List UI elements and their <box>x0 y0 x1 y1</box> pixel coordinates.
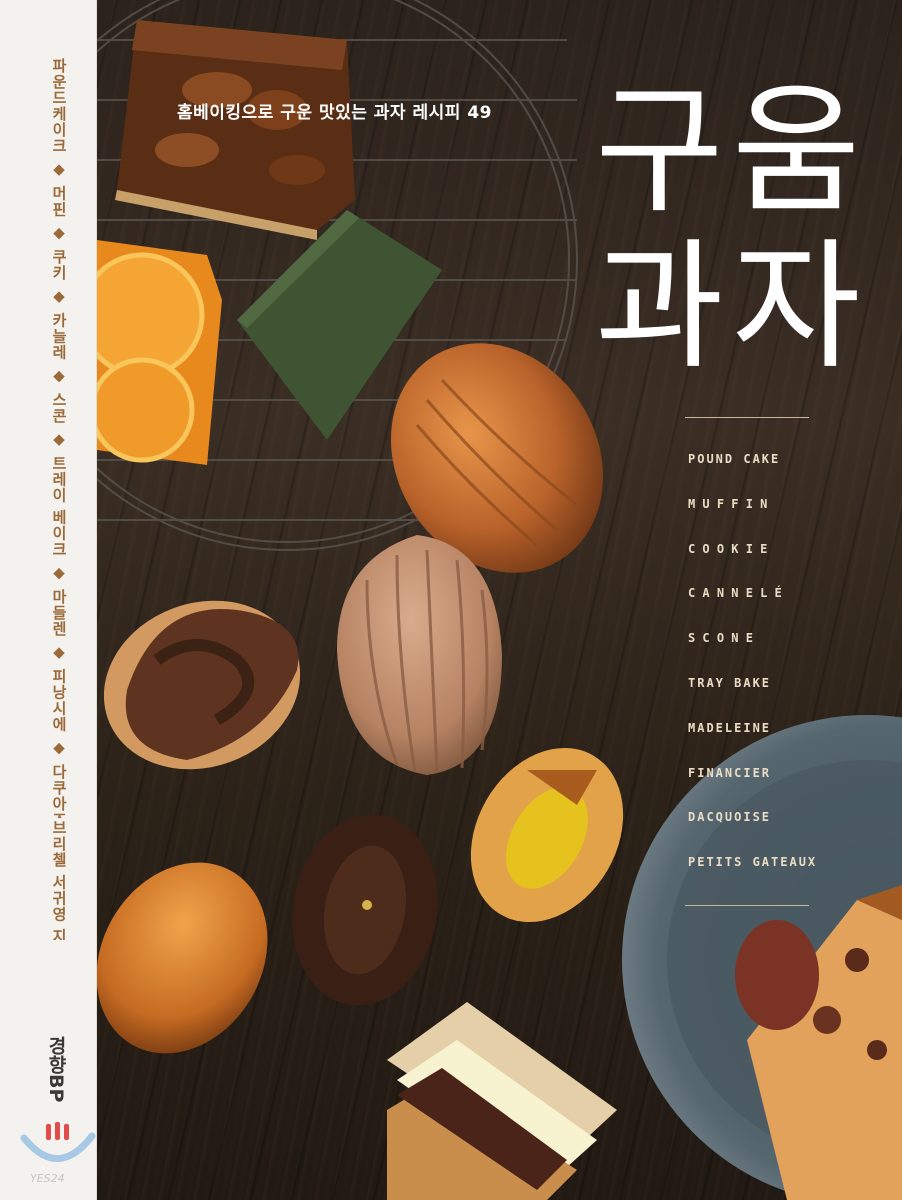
financier-cake <box>97 862 268 1054</box>
watermark-label: YES24 <box>30 1172 65 1185</box>
cover-title-line1: 구움 <box>595 70 869 233</box>
category-item: DACQUOISE <box>688 810 772 825</box>
category-list: POUND CAKE MUFFIN COOKIE CANNELÉ SCONE T… <box>688 452 888 900</box>
category-item: CANNELÉ <box>688 586 789 601</box>
category-rule-bottom <box>685 905 809 906</box>
madeleine-chocolate <box>337 535 502 775</box>
category-item: PETITS GATEAUX <box>688 855 818 870</box>
tiramisu-cake <box>103 600 301 770</box>
cover-title-line2: 과자 <box>595 226 869 389</box>
category-item: SCONE <box>688 631 761 646</box>
chocolate-tart <box>292 814 438 1006</box>
spine-author: 브리첼 서귀영 지음 <box>50 820 68 940</box>
category-item: FINANCIER <box>688 765 772 780</box>
spine-publisher: 경향BP <box>45 1036 67 1103</box>
sandwich-cookie <box>387 1002 617 1200</box>
book-spine: 파운드케이크 ◆ 머핀 ◆ 쿠키 ◆ 카늘레 ◆ 스콘 ◆ 트레이 베이크 ◆ … <box>0 0 97 1200</box>
category-item: COOKIE <box>688 541 775 556</box>
pecan-bar <box>115 20 355 240</box>
spine-category-list: 파운드케이크 ◆ 머핀 ◆ 쿠키 ◆ 카늘레 ◆ 스콘 ◆ 트레이 베이크 ◆ … <box>50 58 68 818</box>
category-item: POUND CAKE <box>688 452 781 466</box>
category-item: TRAY BAKE <box>688 675 772 690</box>
cover-subtitle: 홈베이킹으로 구운 맛있는 과자 레시피 49 <box>177 103 492 123</box>
book-cover: 홈베이킹으로 구운 맛있는 과자 레시피 49 구움 과자 POUND CAKE… <box>97 0 902 1200</box>
category-item: MADELEINE <box>688 720 772 735</box>
category-rule-top <box>685 417 809 418</box>
lemon-tart <box>470 747 624 923</box>
orange-pound-cake <box>97 240 222 465</box>
category-item: MUFFIN <box>688 496 775 511</box>
